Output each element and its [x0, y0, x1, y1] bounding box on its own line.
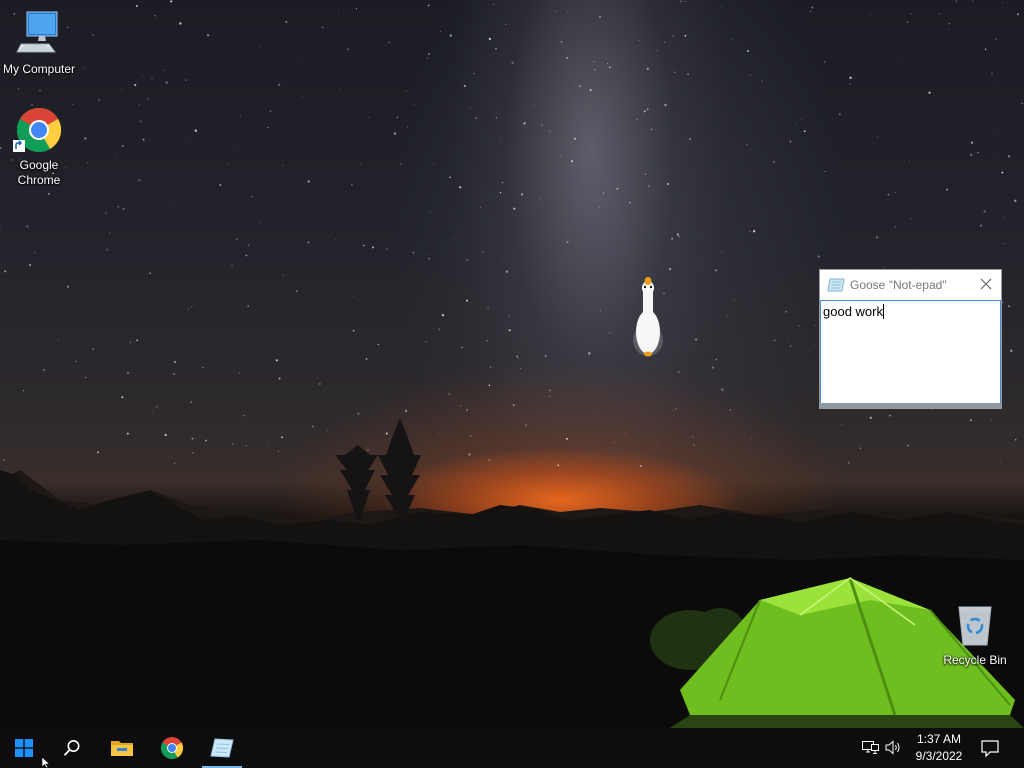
taskbar-file-explorer[interactable]: [98, 728, 146, 768]
computer-icon: [15, 10, 63, 58]
window-bottom-bar: [820, 403, 1001, 408]
search-button[interactable]: [48, 728, 96, 768]
text-caret: [882, 304, 884, 319]
notepad-icon: [827, 278, 845, 292]
goose-sprite[interactable]: [628, 272, 672, 364]
mouse-cursor-icon: [42, 757, 50, 768]
desktop-icon-label: My Computer: [2, 62, 76, 76]
window-title: Goose "Not-epad": [850, 278, 947, 292]
recycle-bin-icon: [951, 601, 999, 649]
chrome-icon: [161, 737, 183, 759]
desktop-icon-recycle-bin[interactable]: Recycle Bin: [935, 601, 1015, 668]
start-button[interactable]: [0, 728, 48, 768]
window-title-bar[interactable]: Goose "Not-epad": [820, 270, 1001, 300]
network-icon[interactable]: [862, 740, 879, 755]
taskbar-google-chrome[interactable]: [148, 728, 196, 768]
clock-date: 9/3/2022: [915, 749, 963, 763]
chrome-icon: [13, 106, 63, 154]
desktop-icon-label: Google Chrome: [17, 158, 61, 187]
desktop-icon-my-computer[interactable]: My Computer: [0, 10, 79, 77]
clock-time: 1:37 AM: [916, 732, 962, 746]
close-button[interactable]: [971, 270, 1001, 298]
windows-logo-icon: [15, 739, 33, 757]
notepad-text: good work: [823, 304, 883, 319]
action-center-icon[interactable]: [980, 738, 1000, 758]
desktop-icon-google-chrome[interactable]: Google Chrome: [0, 106, 79, 188]
volume-icon[interactable]: [885, 740, 902, 755]
taskbar-goose-notepad[interactable]: [198, 728, 246, 768]
shortcut-arrow-icon: [13, 140, 25, 152]
desktop-icon-label: Recycle Bin: [943, 653, 1007, 667]
folder-icon: [111, 741, 133, 756]
goose-notepad-window[interactable]: Goose "Not-epad" good work: [819, 269, 1002, 409]
desktop[interactable]: My Computer Google Chrome Recycle Bin Go…: [0, 0, 1024, 728]
clock[interactable]: 1:37 AM 9/3/2022: [906, 731, 972, 765]
close-icon: [980, 278, 992, 290]
notepad-icon: [210, 738, 234, 758]
notepad-text-area[interactable]: good work: [820, 300, 1001, 404]
taskbar: 1:37 AM 9/3/2022: [0, 728, 1024, 768]
search-icon: [63, 740, 80, 756]
